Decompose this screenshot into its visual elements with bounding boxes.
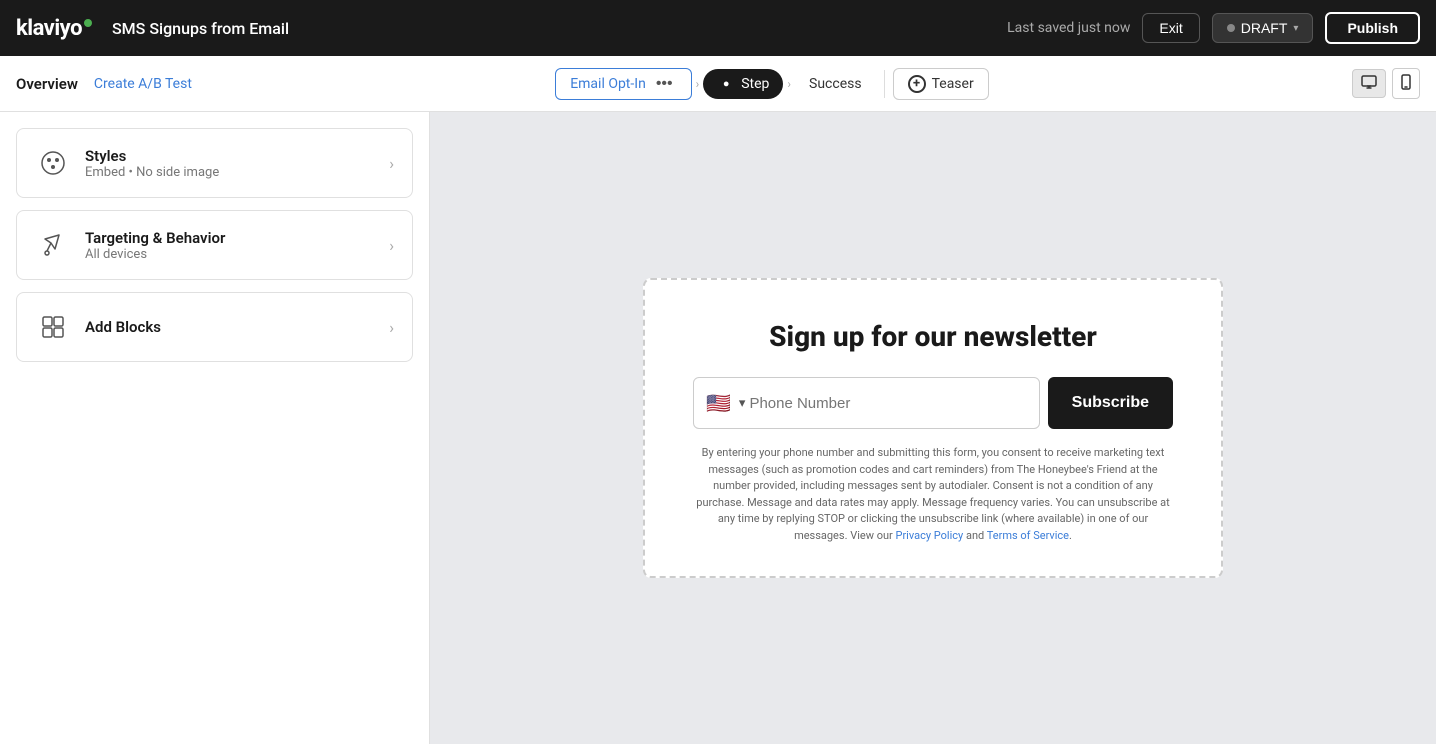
second-navigation: Overview Create A/B Test Email Opt-In ••… (0, 56, 1436, 112)
styles-title: Styles (85, 147, 219, 165)
add-blocks-title: Add Blocks (85, 318, 161, 336)
and-text: and (966, 529, 984, 542)
logo: klaviyo (16, 16, 92, 41)
tab-success[interactable]: Success (795, 70, 876, 98)
targeting-icon (35, 227, 71, 263)
preview-area: Sign up for our newsletter 🇺🇸 ▾ Subscrib… (430, 112, 1436, 744)
targeting-title: Targeting & Behavior (85, 229, 225, 247)
step-tabs: Email Opt-In ••• › ● Step › Success + Te… (555, 68, 989, 100)
styles-subtitle: Embed • No side image (85, 165, 219, 180)
disclaimer-main: By entering your phone number and submit… (696, 446, 1169, 542)
tab-email-opt-in[interactable]: Email Opt-In ••• (555, 68, 691, 100)
mobile-icon (1401, 74, 1411, 90)
draft-dropdown-arrow: ▾ (1293, 23, 1298, 34)
desktop-view-button[interactable] (1352, 69, 1386, 98)
styles-chevron-icon: › (389, 154, 394, 173)
tab-success-label: Success (809, 76, 862, 92)
disclaimer-text: By entering your phone number and submit… (693, 445, 1173, 544)
draft-button[interactable]: DRAFT ▾ (1212, 13, 1314, 43)
targeting-card-left: Targeting & Behavior All devices (35, 227, 225, 263)
subscribe-button[interactable]: Subscribe (1048, 377, 1173, 429)
styles-content: Styles Embed • No side image (85, 147, 219, 180)
overview-label: Overview (16, 75, 78, 93)
add-blocks-card[interactable]: Add Blocks › (16, 292, 413, 362)
phone-input-wrapper[interactable]: 🇺🇸 ▾ (693, 377, 1040, 429)
sidebar: Styles Embed • No side image › Targeting… (0, 112, 430, 744)
tab-step[interactable]: ● Step (703, 69, 783, 99)
targeting-content: Targeting & Behavior All devices (85, 229, 225, 262)
logo-text: klaviyo (16, 16, 82, 41)
blocks-icon (35, 309, 71, 345)
tab-email-opt-in-label: Email Opt-In (570, 76, 646, 92)
last-saved-text: Last saved just now (1007, 20, 1130, 36)
add-blocks-content: Add Blocks (85, 318, 161, 336)
nav-left: klaviyo SMS Signups from Email (16, 16, 289, 41)
create-ab-test-link[interactable]: Create A/B Test (94, 76, 192, 92)
view-toggle (1352, 68, 1420, 99)
tab-separator (884, 70, 885, 98)
styles-card[interactable]: Styles Embed • No side image › (16, 128, 413, 198)
draft-label: DRAFT (1241, 20, 1288, 36)
tab-teaser-label: Teaser (932, 76, 974, 92)
country-dropdown-button[interactable]: ▾ (735, 395, 750, 411)
publish-button[interactable]: Publish (1325, 12, 1420, 44)
email-opt-in-dots-button[interactable]: ••• (652, 75, 677, 93)
arrow-separator-2: › (787, 77, 791, 91)
tab-teaser[interactable]: + Teaser (893, 68, 989, 100)
terms-of-service-link[interactable]: Terms of Service (987, 529, 1069, 542)
add-blocks-card-left: Add Blocks (35, 309, 161, 345)
logo-dot (84, 19, 92, 27)
arrow-separator-1: › (696, 77, 700, 91)
main-layout: Styles Embed • No side image › Targeting… (0, 112, 1436, 744)
form-title: Sign up for our newsletter (693, 320, 1173, 353)
page-title: SMS Signups from Email (112, 19, 289, 38)
mobile-view-button[interactable] (1392, 68, 1420, 99)
targeting-chevron-icon: › (389, 236, 394, 255)
privacy-policy-link[interactable]: Privacy Policy (896, 529, 964, 542)
targeting-card[interactable]: Targeting & Behavior All devices › (16, 210, 413, 280)
second-nav-left: Overview Create A/B Test (16, 75, 192, 93)
targeting-subtitle: All devices (85, 247, 225, 262)
period: . (1069, 529, 1072, 542)
exit-button[interactable]: Exit (1142, 13, 1199, 43)
tab-step-label: Step (741, 76, 769, 92)
desktop-icon (1361, 75, 1377, 89)
step-bullet-icon: ● (717, 75, 735, 93)
styles-card-left: Styles Embed • No side image (35, 145, 219, 181)
phone-number-input[interactable] (749, 395, 1026, 412)
nav-right: Last saved just now Exit DRAFT ▾ Publish (1007, 12, 1420, 44)
palette-icon (35, 145, 71, 181)
top-navigation: klaviyo SMS Signups from Email Last save… (0, 0, 1436, 56)
form-card: Sign up for our newsletter 🇺🇸 ▾ Subscrib… (643, 278, 1223, 578)
draft-status-dot (1227, 24, 1235, 32)
phone-row: 🇺🇸 ▾ Subscribe (693, 377, 1173, 429)
us-flag-icon: 🇺🇸 (706, 391, 731, 415)
add-blocks-chevron-icon: › (389, 318, 394, 337)
teaser-plus-icon: + (908, 75, 926, 93)
